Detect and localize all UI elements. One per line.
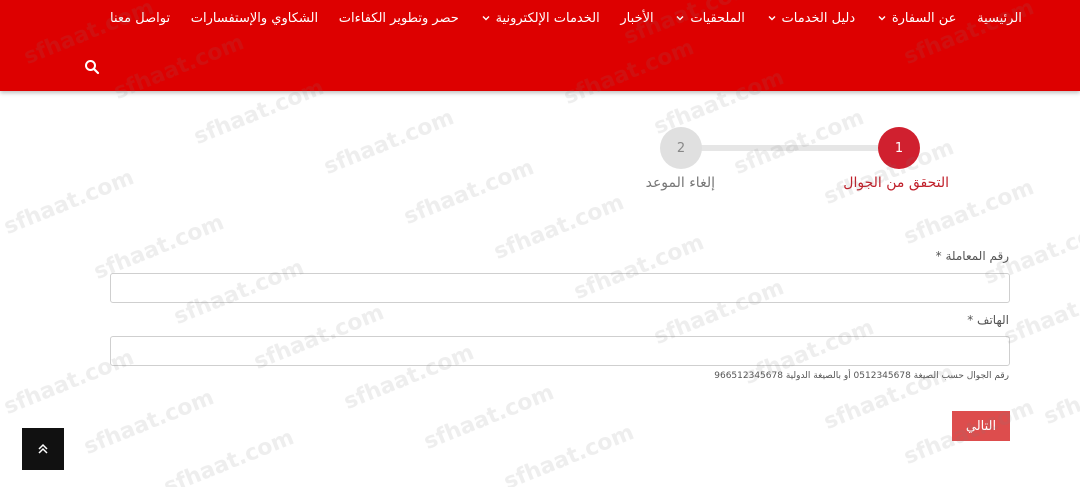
nav-item-services-guide[interactable]: دليل الخدمات: [766, 10, 856, 26]
watermark-text: sfhaat.com: [1040, 355, 1080, 430]
step-2-circle: 2: [660, 127, 702, 169]
watermark-text: sfhaat.com: [320, 105, 458, 180]
watermark-text: sfhaat.com: [500, 420, 638, 487]
chevron-down-icon: [674, 12, 686, 24]
required-mark: *: [935, 249, 942, 263]
nav-item-label: حصر وتطوير الكفاءات: [338, 10, 459, 26]
nav-item-home[interactable]: الرئيسية: [977, 11, 1022, 26]
nav-item-skills-development[interactable]: حصر وتطوير الكفاءات: [339, 11, 459, 26]
watermark-text: sfhaat.com: [0, 165, 138, 240]
nav-item-contact-us[interactable]: تواصل معنا: [110, 11, 170, 26]
nav-item-label: عن السفارة: [891, 10, 957, 26]
nav-item-label: دليل الخدمات: [781, 10, 856, 26]
phone-label: الهاتف *: [967, 313, 1009, 327]
nav-item-e-services[interactable]: الخدمات الإلكترونية: [480, 11, 600, 26]
stepper-track: [700, 145, 880, 151]
chevron-down-icon: [876, 12, 888, 24]
watermark-text: sfhaat.com: [400, 155, 538, 230]
required-mark: *: [967, 313, 974, 327]
step-1-label: التحقق من الجوال: [843, 175, 949, 191]
nav-item-label: تواصل معنا: [110, 10, 171, 26]
transaction-number-input[interactable]: [110, 273, 1010, 303]
nav-item-label: الشكاوي والإستفسارات: [190, 10, 319, 26]
watermark-text: sfhaat.com: [1000, 275, 1080, 350]
nav-item-label: الأخبار: [620, 10, 654, 26]
nav-item-label: الخدمات الإلكترونية: [495, 10, 600, 26]
scroll-to-top-button[interactable]: [22, 428, 64, 470]
step-2-number: 2: [676, 140, 686, 156]
nav-item-attaches[interactable]: الملحقيات: [674, 10, 745, 26]
site-header: الرئيسية عن السفارة دليل الخدمات الملحقي…: [0, 0, 1080, 91]
next-button[interactable]: التالي: [952, 411, 1010, 441]
watermark-text: sfhaat.com: [730, 105, 868, 180]
step-1-circle: 1: [878, 127, 920, 169]
main-nav: الرئيسية عن السفارة دليل الخدمات الملحقي…: [110, 7, 1022, 29]
phone-format-hint: رقم الجوال حسب الصيغة 0512345678 أو بالص…: [714, 371, 1009, 381]
double-chevron-up-icon: [38, 443, 48, 454]
search-icon[interactable]: [84, 59, 100, 75]
step-1-number: 1: [894, 140, 904, 156]
transaction-label-text: رقم المعاملة: [945, 249, 1009, 263]
step-2-label: إلغاء الموعد: [645, 175, 715, 191]
phone-label-text: الهاتف: [977, 313, 1009, 327]
watermark-text: sfhaat.com: [420, 380, 558, 455]
watermark-text: sfhaat.com: [80, 385, 218, 460]
nav-item-about-embassy[interactable]: عن السفارة: [876, 10, 957, 26]
transaction-number-label: رقم المعاملة *: [936, 249, 1009, 263]
chevron-down-icon: [766, 12, 778, 24]
phone-input[interactable]: [110, 336, 1010, 366]
watermark-text: sfhaat.com: [490, 190, 628, 265]
nav-item-news[interactable]: الأخبار: [620, 11, 653, 26]
chevron-down-icon: [480, 12, 492, 24]
watermark-text: sfhaat.com: [160, 425, 298, 487]
nav-item-complaints[interactable]: الشكاوي والإستفسارات: [191, 11, 318, 26]
nav-item-label: الرئيسية: [977, 10, 1022, 26]
nav-item-label: الملحقيات: [690, 10, 745, 26]
